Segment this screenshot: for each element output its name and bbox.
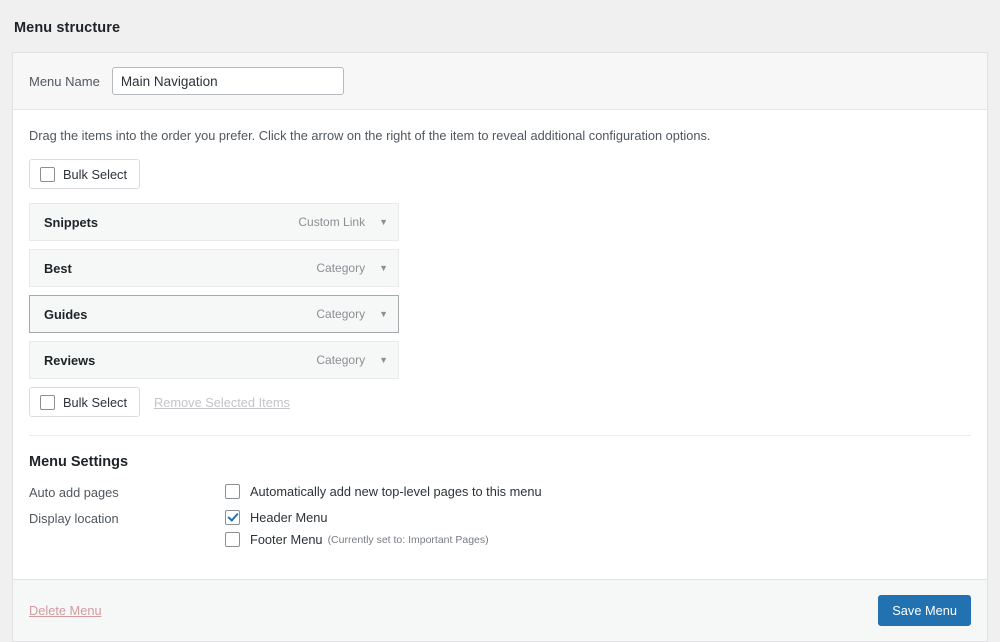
display-location-option-header[interactable]: Header Menu — [225, 510, 489, 526]
bulk-select-bottom-label: Bulk Select — [63, 394, 128, 410]
delete-menu-link[interactable]: Delete Menu — [29, 603, 102, 618]
menu-structure-panel: Menu Name Drag the items into the order … — [12, 52, 988, 642]
auto-add-pages-checkbox[interactable] — [225, 484, 240, 500]
bulk-select-top-checkbox[interactable] — [40, 166, 55, 182]
menu-settings-title: Menu Settings — [29, 454, 129, 471]
display-location-row: Display location Header Menu Footer Menu… — [29, 510, 971, 548]
bulk-select-top[interactable]: Bulk Select — [29, 159, 141, 190]
menu-item-title: Best — [44, 260, 72, 276]
page-title: Menu structure — [14, 20, 121, 36]
bulk-select-top-label: Bulk Select — [63, 166, 128, 182]
auto-add-pages-option[interactable]: Automatically add new top-level pages to… — [225, 484, 542, 500]
panel-body: Drag the items into the order you prefer… — [13, 110, 987, 579]
menu-item-type: Category — [316, 353, 366, 368]
menu-item-row[interactable]: Best Category ▼ — [29, 249, 399, 288]
menu-item-type: Category — [316, 261, 366, 276]
menu-settings-section: Menu Settings Auto add pages Automatical… — [29, 435, 971, 579]
display-location-option-footer[interactable]: Footer Menu (Currently set to: Important… — [225, 532, 489, 548]
menu-item-title: Snippets — [44, 214, 99, 230]
instructions-text: Drag the items into the order you prefer… — [29, 128, 711, 143]
chevron-down-icon[interactable]: ▼ — [379, 263, 388, 273]
auto-add-pages-options: Automatically add new top-level pages to… — [225, 484, 542, 500]
menu-item-title: Reviews — [44, 352, 96, 368]
menu-items-list: Snippets Custom Link ▼ Best Category ▼ G… — [29, 203, 971, 380]
menu-item-row[interactable]: Guides Category ▼ — [29, 295, 399, 334]
menu-item-type: Category — [316, 307, 366, 322]
menu-name-label: Menu Name — [29, 73, 100, 89]
menu-name-input[interactable] — [111, 67, 344, 95]
header-menu-checkbox[interactable] — [225, 510, 240, 526]
bulk-select-bottom[interactable]: Bulk Select — [29, 387, 141, 418]
footer-menu-checkbox[interactable] — [225, 532, 240, 548]
auto-add-pages-row: Auto add pages Automatically add new top… — [29, 484, 971, 500]
display-location-label: Display location — [29, 511, 119, 527]
menu-name-bar: Menu Name — [13, 53, 987, 110]
save-menu-button[interactable]: Save Menu — [878, 595, 971, 627]
panel-footer: Delete Menu Save Menu — [13, 579, 987, 642]
auto-add-pages-option-label: Automatically add new top-level pages to… — [250, 484, 542, 500]
auto-add-pages-label: Auto add pages — [29, 485, 119, 501]
chevron-down-icon[interactable]: ▼ — [379, 355, 388, 365]
chevron-down-icon[interactable]: ▼ — [379, 309, 388, 319]
footer-menu-label: Footer Menu — [250, 532, 323, 548]
bulk-select-bottom-checkbox[interactable] — [40, 394, 55, 410]
menu-item-row[interactable]: Reviews Category ▼ — [29, 341, 399, 380]
chevron-down-icon[interactable]: ▼ — [379, 217, 388, 227]
header-menu-label: Header Menu — [250, 510, 328, 526]
menu-item-title: Guides — [44, 306, 88, 322]
menu-item-row[interactable]: Snippets Custom Link ▼ — [29, 203, 399, 242]
remove-selected-items-link[interactable]: Remove Selected Items — [154, 395, 290, 410]
bulk-actions-row: Bulk Select Remove Selected Items — [29, 387, 971, 435]
menu-item-type: Custom Link — [298, 215, 366, 230]
display-location-options: Header Menu Footer Menu (Currently set t… — [225, 510, 489, 548]
footer-menu-note: (Currently set to: Important Pages) — [327, 533, 489, 546]
